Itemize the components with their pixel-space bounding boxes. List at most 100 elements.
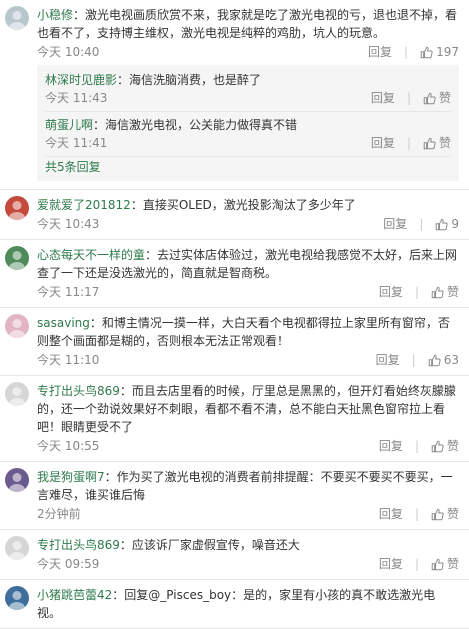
reply-button[interactable]: 回复 xyxy=(379,555,403,573)
colon: ： xyxy=(104,470,117,484)
avatar[interactable] xyxy=(5,196,29,220)
thumbs-up-icon xyxy=(428,354,441,367)
comment-actions: 回复 | 赞 xyxy=(379,437,459,455)
thumbs-up-icon xyxy=(431,558,444,571)
avatar[interactable] xyxy=(5,314,29,338)
like-button[interactable]: 197 xyxy=(420,43,459,61)
thumbs-up-icon xyxy=(420,46,433,59)
comment-meta: 今天 09:59 回复 | 赞 xyxy=(37,555,459,573)
reply-label: 回复 xyxy=(370,136,395,150)
like-button[interactable]: 赞 xyxy=(431,505,459,523)
avatar[interactable] xyxy=(5,382,29,406)
comment-item: 小稳修：激光电视画质欣赏不来，我家就是吃了激光电视的亏，退也退不掉，看也看不了，… xyxy=(0,0,469,190)
reply-button[interactable]: 回复 xyxy=(379,437,403,455)
reply-button[interactable]: 回复 xyxy=(383,215,407,233)
reply-button[interactable]: 回复 xyxy=(371,134,395,152)
like-button[interactable]: 赞 xyxy=(423,134,451,152)
comment-username[interactable]: 心态每天不一样的童 xyxy=(37,248,145,262)
comment-username[interactable]: 专打出头鸟869 xyxy=(37,384,120,398)
action-divider: | xyxy=(419,217,424,231)
reply-button[interactable]: 回复 xyxy=(371,89,395,107)
reply-text: 萌蛋儿啊：海信激光电视，公关能力做得真不错 xyxy=(45,116,451,134)
reply-label: 回复 xyxy=(378,557,403,571)
like-label: 赞 xyxy=(446,557,459,571)
comment-body: 直接买OLED，激光投影淘汰了多少年了 xyxy=(142,198,356,212)
comment-text: 爱就爱了201812：直接买OLED，激光投影淘汰了多少年了 xyxy=(37,196,459,214)
reply-label: 回复 xyxy=(370,91,395,105)
comment-item: 专打出头鸟869：应该诉厂家虚假宣传，噪音还大 今天 09:59 回复 | 赞 xyxy=(0,530,469,580)
thumbs-up-icon xyxy=(423,92,436,105)
comment-username[interactable]: 小猪跳芭蕾42 xyxy=(37,588,112,602)
like-button[interactable]: 63 xyxy=(428,351,459,369)
reply-button[interactable]: 回复 xyxy=(379,283,403,301)
comment-body: 应该诉厂家虚假宣传，噪音还大 xyxy=(131,538,300,552)
like-label: 赞 xyxy=(446,439,459,453)
reply-button[interactable]: 回复 xyxy=(368,43,392,61)
colon: ： xyxy=(93,118,106,132)
comment-item: 小猪跳芭蕾42：回复@_Pisces_boy：是的，家里有小孩的真不敢选激光电视… xyxy=(0,580,469,629)
like-button[interactable]: 赞 xyxy=(431,555,459,573)
comment-time: 今天 10:40 xyxy=(37,45,100,59)
reply-username[interactable]: 林深时见鹿影 xyxy=(45,73,117,87)
comment-actions: 回复 | 63 xyxy=(376,351,459,369)
comment-username[interactable]: 专打出头鸟869 xyxy=(37,538,120,552)
reply-username[interactable]: 萌蛋儿啊 xyxy=(45,118,93,132)
reply-meta: 今天 11:41 回复 | 赞 xyxy=(45,134,451,152)
reply-body: 海信洗脑消费，也是醉了 xyxy=(129,73,262,87)
colon: ： xyxy=(145,248,158,262)
thumbs-up-icon xyxy=(435,218,448,231)
reply-item: 萌蛋儿啊：海信激光电视，公关能力做得真不错 今天 11:41 回复 | 赞 xyxy=(45,112,451,157)
avatar[interactable] xyxy=(5,6,29,30)
reply-button[interactable]: 回复 xyxy=(379,505,403,523)
like-button[interactable]: 赞 xyxy=(431,437,459,455)
thumbs-up-icon xyxy=(431,440,444,453)
avatar[interactable] xyxy=(5,536,29,560)
colon: ： xyxy=(73,8,86,22)
comment-actions: 回复 | 赞 xyxy=(379,505,459,523)
thumbs-up-icon xyxy=(431,286,444,299)
comment-username[interactable]: 爱就爱了201812 xyxy=(37,198,131,212)
reply-label: 回复 xyxy=(375,353,400,367)
action-divider: | xyxy=(414,439,419,453)
comment-time: 今天 11:17 xyxy=(37,285,100,299)
comment-text: 专打出头鸟869：而且去店里看的时候，厅里总是黑黑的，但开灯看始终灰朦朦的，还一… xyxy=(37,382,459,436)
like-label: 赞 xyxy=(438,91,451,105)
like-button[interactable]: 9 xyxy=(435,215,459,233)
reply-button[interactable]: 回复 xyxy=(376,351,400,369)
action-divider: | xyxy=(414,557,419,571)
comment-actions: 回复 | 赞 xyxy=(379,283,459,301)
colon: ： xyxy=(119,384,132,398)
more-replies-link[interactable]: 共5条回复 xyxy=(45,157,451,177)
reply-label: 回复 xyxy=(368,45,393,59)
comment-meta: 2分钟前 回复 | 赞 xyxy=(37,505,459,523)
action-divider: | xyxy=(406,91,411,105)
reply-label: 回复 xyxy=(378,285,403,299)
reply-label: 回复 xyxy=(383,217,408,231)
comment-actions: 回复 | 赞 xyxy=(371,89,451,107)
comment-actions: 回复 | 197 xyxy=(368,43,459,61)
avatar[interactable] xyxy=(5,246,29,270)
comment-item: 心态每天不一样的童：去过实体店体验过，激光电视给我感觉不太好，后来上网查了一下还… xyxy=(0,240,469,308)
colon: ： xyxy=(112,588,125,602)
reply-label: 回复 xyxy=(378,507,403,521)
colon: ： xyxy=(117,73,130,87)
like-button[interactable]: 赞 xyxy=(431,283,459,301)
comment-time: 今天 11:10 xyxy=(37,353,100,367)
comment-time: 今天 10:55 xyxy=(37,439,100,453)
comment-username[interactable]: 我是狗蛋啊7 xyxy=(37,470,105,484)
avatar[interactable] xyxy=(5,468,29,492)
like-button[interactable]: 赞 xyxy=(423,89,451,107)
comment-text: sasaving：和博主情况一摸一样，大白天看个电视都得拉上家里所有窗帘，否则整… xyxy=(37,314,459,350)
reply-meta: 今天 11:43 回复 | 赞 xyxy=(45,89,451,107)
comment-item: 我是狗蛋啊7：作为买了激光电视的消费者前排提醒：不要买不要买不要买，一言难尽，谁… xyxy=(0,462,469,530)
comment-meta: 今天 10:40 回复 | 197 xyxy=(37,43,459,61)
avatar[interactable] xyxy=(5,586,29,610)
reply-text: 林深时见鹿影：海信洗脑消费，也是醉了 xyxy=(45,71,451,89)
action-divider: | xyxy=(406,136,411,150)
comment-meta: 今天 10:55 回复 | 赞 xyxy=(37,437,459,455)
comment-username[interactable]: 小稳修 xyxy=(37,8,73,22)
comment-text: 专打出头鸟869：应该诉厂家虚假宣传，噪音还大 xyxy=(37,536,459,554)
comment-item: 专打出头鸟869：而且去店里看的时候，厅里总是黑黑的，但开灯看始终灰朦朦的，还一… xyxy=(0,376,469,462)
comment-username[interactable]: sasaving xyxy=(37,316,90,330)
comment-actions: 回复 | 赞 xyxy=(379,555,459,573)
